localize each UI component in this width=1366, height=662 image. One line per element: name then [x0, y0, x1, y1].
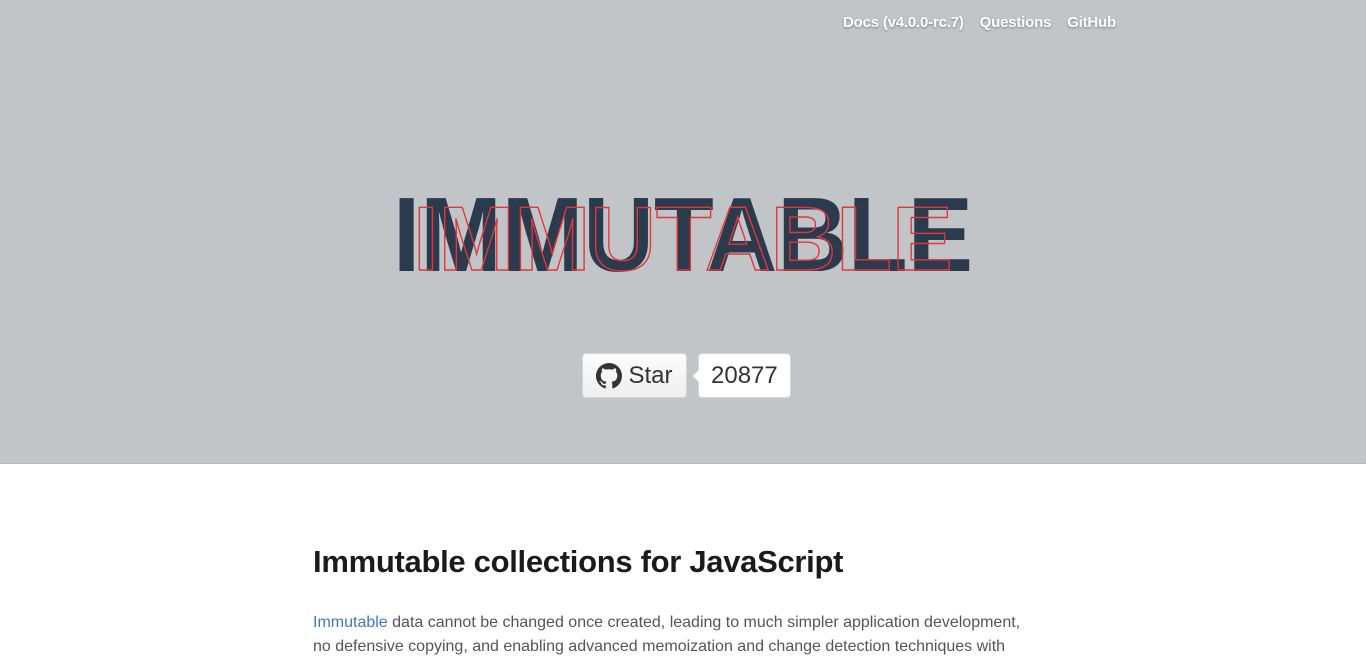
hero-banner: Docs (v4.0.0-rc.7) Questions GitHub IMMU… — [0, 0, 1366, 464]
star-label: Star — [628, 361, 673, 389]
github-icon — [596, 362, 623, 388]
top-nav: Docs (v4.0.0-rc.7) Questions GitHub — [843, 14, 1116, 31]
github-star-widget: Star 20877 — [582, 353, 791, 398]
page-heading: Immutable collections for JavaScript — [313, 544, 844, 579]
intro-text-line1: data cannot be changed once created, lea… — [387, 614, 1021, 632]
star-button[interactable]: Star — [582, 353, 687, 398]
nav-questions-link[interactable]: Questions — [980, 14, 1052, 31]
main-content: Immutable collections for JavaScript Imm… — [313, 540, 1053, 659]
immutable-link[interactable]: Immutable — [313, 614, 388, 631]
immutable-logo: IMMUTABLE IMMUTABLE — [393, 176, 973, 280]
intro-paragraph: Immutable data cannot be changed once cr… — [313, 611, 1053, 659]
nav-github-link[interactable]: GitHub — [1067, 14, 1116, 31]
star-count[interactable]: 20877 — [692, 353, 791, 398]
intro-text-line2: no defensive copying, and enabling advan… — [313, 638, 1006, 656]
logo-outline: IMMUTABLE — [413, 188, 952, 280]
nav-docs-link[interactable]: Docs (v4.0.0-rc.7) — [843, 14, 964, 31]
